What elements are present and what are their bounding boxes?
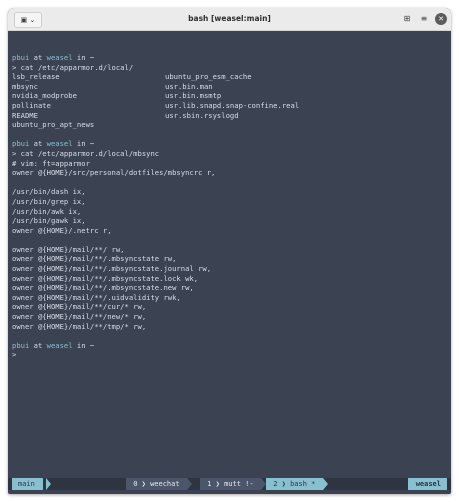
listing-row: ubuntu_pro_apt_news: [12, 120, 451, 130]
prompt-symbol: >: [12, 350, 21, 360]
prompt-user: pbui: [12, 139, 30, 149]
output-line: /usr/bin/awk ix,: [12, 206, 82, 216]
tmux-window-mutt[interactable]: 1 ❯ mutt !-: [200, 478, 261, 490]
host-name[interactable]: weasel: [407, 478, 447, 490]
listing-entry: ubuntu_pro_apt_news: [12, 120, 95, 130]
prompt-dir: in ~: [72, 139, 95, 149]
listing-entry: nvidia_modprobe: [12, 91, 77, 101]
output-line: owner @{HOME}/mail/**/ rw,: [12, 244, 125, 254]
output-line: /usr/bin/grep ix,: [12, 196, 86, 206]
output-line: owner @{HOME}/.netrc r,: [12, 225, 112, 235]
listing-entry: README: [12, 110, 38, 120]
listing-entry: mbsync: [12, 81, 38, 91]
listing-entry: ubuntu_pro_esm_cache: [165, 72, 252, 82]
listing-row: README usr.sbin.rsyslogd: [12, 111, 451, 121]
tmux-window-bash[interactable]: 2 ❯ bash *: [266, 478, 323, 490]
command-line: > cat /etc/apparmor.d/local/: [12, 63, 451, 73]
window-title: bash [weasel:main]: [188, 14, 271, 23]
prompt-symbol: >: [12, 148, 21, 158]
prompt-at: at: [29, 53, 47, 62]
output-line: /usr/bin/gawk ix,: [12, 216, 86, 226]
terminal-window: ▣ ⌄ bash [weasel:main] ⊞ ≡ ✕ pbui at wea…: [8, 8, 451, 494]
output-line: owner @{HOME}/mail/**/.uidvalidity rwk,: [12, 292, 181, 302]
prompt-dir: in ~: [72, 340, 95, 350]
command-text: cat /etc/apparmor.d/local/: [20, 62, 134, 72]
hamburger-icon[interactable]: ≡: [418, 12, 430, 26]
title-bar: ▣ ⌄ bash [weasel:main] ⊞ ≡ ✕: [8, 8, 451, 31]
tmux-window-weechat[interactable]: 0 ❯ weechat: [126, 478, 187, 490]
powerline-arrow: [46, 478, 51, 490]
prompt-dir: in ~: [72, 53, 95, 62]
listing-entry: usr.bin.man: [165, 81, 213, 91]
grid-icon[interactable]: ⊞: [401, 12, 413, 26]
listing-entry: pollinate: [12, 100, 51, 110]
powerline-arrow: [323, 478, 328, 490]
prompt-user: pbui: [12, 53, 30, 62]
prompt-line: pbui at weasel in ~: [12, 139, 451, 149]
prompt-line: pbui at weasel in ~: [12, 341, 451, 351]
output-line: owner @{HOME}/mail/**/.mbsyncstate.journ…: [12, 264, 212, 274]
listing-entry: usr.bin.msmtp: [165, 91, 222, 101]
prompt-host: weasel: [46, 139, 73, 149]
output-line: owner @{HOME}/mail/**/.mbsyncstate rw,: [12, 254, 177, 264]
prompt-user: pbui: [12, 340, 30, 350]
command-line: > cat /etc/apparmor.d/local/mbsync: [12, 149, 451, 159]
listing-entry: usr.lib.snapd.snap-confine.real: [165, 100, 300, 110]
prompt-host: weasel: [46, 53, 73, 62]
listing-row: pollinate usr.lib.snapd.snap-confine.real: [12, 101, 451, 111]
listing-entry: usr.sbin.rsyslogd: [165, 110, 239, 120]
prompt-symbol: >: [12, 62, 21, 72]
command-line: >: [12, 350, 451, 360]
powerline-arrow: [261, 478, 266, 490]
listing-row: lsb_release ubuntu_pro_esm_cache: [12, 72, 451, 82]
output-line: owner @{HOME}/src/personal/dotfiles/mbsy…: [12, 168, 216, 178]
prompt-line: pbui at weasel in ~: [12, 53, 451, 63]
output-line: owner @{HOME}/mail/**/cur/* rw,: [12, 302, 147, 312]
command-text: cat /etc/apparmor.d/local/mbsync: [20, 148, 160, 158]
output-line: owner @{HOME}/mail/**/.mbsyncstate.new r…: [12, 283, 194, 293]
listing-row: mbsync usr.bin.man: [12, 82, 451, 92]
output-line: owner @{HOME}/mail/**/tmp/* rw,: [12, 321, 147, 331]
close-icon[interactable]: ✕: [435, 13, 447, 25]
prompt-host: weasel: [46, 340, 73, 350]
output-line: owner @{HOME}/mail/**/new/* rw,: [12, 312, 147, 322]
session-name[interactable]: main: [12, 478, 43, 490]
terminal-output[interactable]: pbui at weasel in ~ > cat /etc/apparmor.d…: [8, 31, 451, 479]
output-line: owner @{HOME}/mail/**/.mbsyncstate.lock …: [12, 273, 199, 283]
powerline-arrow: [187, 478, 192, 490]
output-line: # vim: ft=apparmor: [12, 158, 90, 168]
prompt-at: at: [29, 340, 47, 350]
output-line: /usr/bin/dash ix,: [12, 187, 86, 197]
listing-entry: lsb_release: [12, 72, 60, 82]
listing-row: nvidia_modprobe usr.bin.msmtp: [12, 91, 451, 101]
tmux-status-bar: main 0 ❯ weechat 1 ❯ mutt !- 2 ❯ bash * …: [8, 478, 451, 490]
prompt-at: at: [29, 139, 47, 149]
